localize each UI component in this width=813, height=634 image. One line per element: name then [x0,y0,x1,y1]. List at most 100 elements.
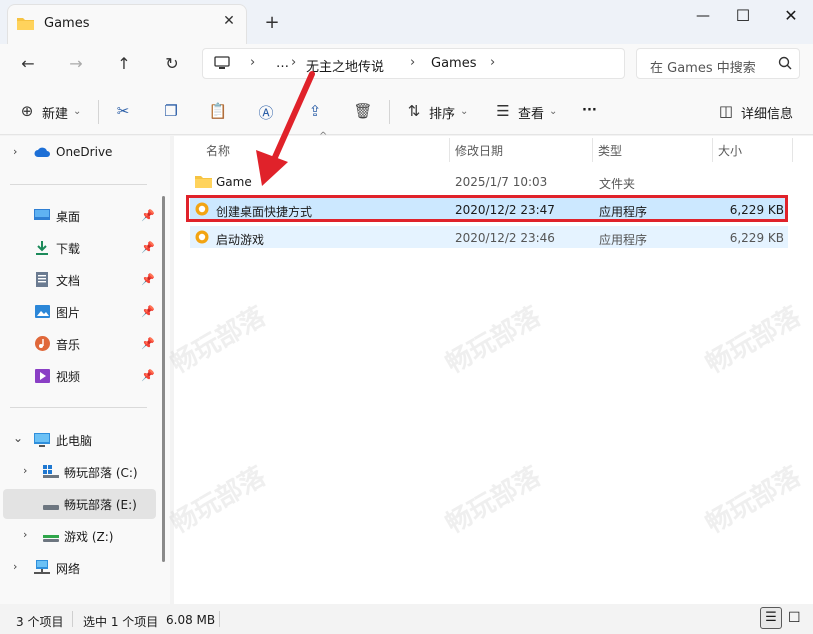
download-icon [35,240,49,258]
file-size: 6,229 KB [729,231,784,245]
network-drive-icon [43,532,59,546]
sidebar-item-label: 网络 [56,562,81,576]
sort-icon: ⇅ [407,102,421,120]
column-header-type[interactable]: 类型 [598,142,622,159]
sidebar-item-onedrive[interactable]: › OneDrive [0,138,160,168]
tab-title: Games [44,16,90,31]
forward-button[interactable]: → [64,54,88,76]
tab-close-icon[interactable]: ✕ [220,13,238,29]
sort-ascending-icon: ^ [319,131,328,142]
search-input[interactable]: 在 Games 中搜索 [650,57,756,76]
pin-icon: 📌 [141,209,155,222]
sidebar-item-pictures[interactable]: 图片 📌 [0,297,160,327]
sidebar-item-label: 此电脑 [56,434,93,448]
cut-icon[interactable]: ✂ [113,102,133,120]
pin-icon: 📌 [141,241,155,254]
details-button[interactable]: 详细信息 [741,103,793,122]
close-window-button[interactable]: ✕ [778,6,804,28]
chevron-down-icon: ⌄ [549,106,558,117]
divider [10,407,147,408]
column-divider[interactable] [712,138,713,162]
minimize-button[interactable]: — [690,8,716,28]
music-icon [35,336,50,354]
sidebar-item-drive-c[interactable]: › 畅玩部落 (C:) [0,457,160,487]
chevron-down-icon: ⌄ [13,431,24,445]
details-view-icon[interactable]: ☰ [760,607,782,629]
cloud-icon [34,147,50,161]
view-icon: ☰ [496,102,510,120]
file-name: 启动游戏 [216,233,265,247]
sidebar-item-drive-z[interactable]: › 游戏 (Z:) [0,521,160,551]
maximize-button[interactable]: ☐ [730,6,756,28]
sidebar-item-music[interactable]: 音乐 📌 [0,329,160,359]
highlight-box [186,195,788,222]
sidebar-item-this-pc[interactable]: ⌄ 此电脑 [0,425,160,455]
tab-games[interactable] [7,4,247,44]
column-header-size[interactable]: 大小 [718,142,742,159]
windows-drive-icon [43,465,59,482]
computer-icon [214,56,230,73]
column-header-name[interactable]: 名称 [206,142,230,159]
video-icon [35,369,50,386]
breadcrumb-item[interactable]: Games [431,56,476,71]
computer-icon [34,433,50,450]
new-tab-button[interactable]: + [263,12,281,33]
file-type: 应用程序 [599,233,648,247]
divider [72,611,73,627]
sidebar-item-drive-e[interactable]: 畅玩部落 (E:) [3,489,156,519]
pin-icon: 📌 [141,273,155,286]
tiles-view-icon[interactable]: ☐ [788,610,801,626]
divider [10,184,147,185]
column-divider[interactable] [449,138,450,162]
new-button[interactable]: 新建 [42,103,68,122]
search-icon [778,56,792,74]
sidebar-item-documents[interactable]: 文档 📌 [0,265,160,295]
sort-button[interactable]: 排序 [429,103,455,122]
sidebar-item-label: 图片 [56,306,81,320]
network-icon [34,560,50,578]
file-modified: 2025/1/7 10:03 [455,175,548,189]
copy-icon[interactable]: ❐ [161,102,181,120]
folder-icon [17,16,34,33]
picture-icon [35,305,50,321]
sidebar-item-label: 桌面 [56,210,81,224]
sidebar-item-label: 下载 [56,242,81,256]
sidebar-item-label: OneDrive [56,145,113,159]
details-pane-icon: ◫ [718,102,734,120]
sidebar-item-label: 文档 [56,274,81,288]
view-button[interactable]: 查看 [518,103,544,122]
sidebar-item-desktop[interactable]: 桌面 📌 [0,201,160,231]
more-options-button[interactable]: ··· [582,103,597,118]
refresh-button[interactable]: ↻ [160,54,184,76]
chevron-right-icon: › [13,560,18,573]
column-divider[interactable] [792,138,793,162]
pin-icon: 📌 [141,369,155,382]
chevron-right-icon: › [23,464,28,477]
pin-icon: 📌 [141,337,155,350]
divider [219,611,220,627]
sidebar-item-downloads[interactable]: 下载 📌 [0,233,160,263]
breadcrumb-separator: › [410,55,416,70]
desktop-icon [34,209,50,225]
sidebar-item-network[interactable]: › 网络 [0,553,160,583]
status-selection: 选中 1 个项目 [83,615,159,629]
delete-icon[interactable]: 🗑 [353,102,373,120]
paste-icon[interactable]: 📋 [208,102,228,120]
divider [389,100,390,124]
up-button[interactable]: ↑ [112,54,136,76]
column-header-modified[interactable]: 修改日期 [455,142,503,159]
sidebar-item-label: 视频 [56,370,81,384]
table-row[interactable]: 启动游戏 2020/12/2 23:46 应用程序 6,229 KB [190,226,788,248]
chevron-down-icon: ⌄ [73,106,82,117]
sidebar-item-label: 畅玩部落 (C:) [64,466,138,480]
file-name: Game [216,175,252,189]
sidebar-item-videos[interactable]: 视频 📌 [0,361,160,391]
status-selection-size: 6.08 MB [166,613,216,627]
folder-icon [195,174,212,191]
file-type: 文件夹 [599,177,636,191]
pin-icon: 📌 [141,305,155,318]
back-button[interactable]: ← [16,54,40,76]
annotation-arrow [256,71,315,186]
status-item-count: 3 个项目 [16,615,64,629]
column-divider[interactable] [592,138,593,162]
